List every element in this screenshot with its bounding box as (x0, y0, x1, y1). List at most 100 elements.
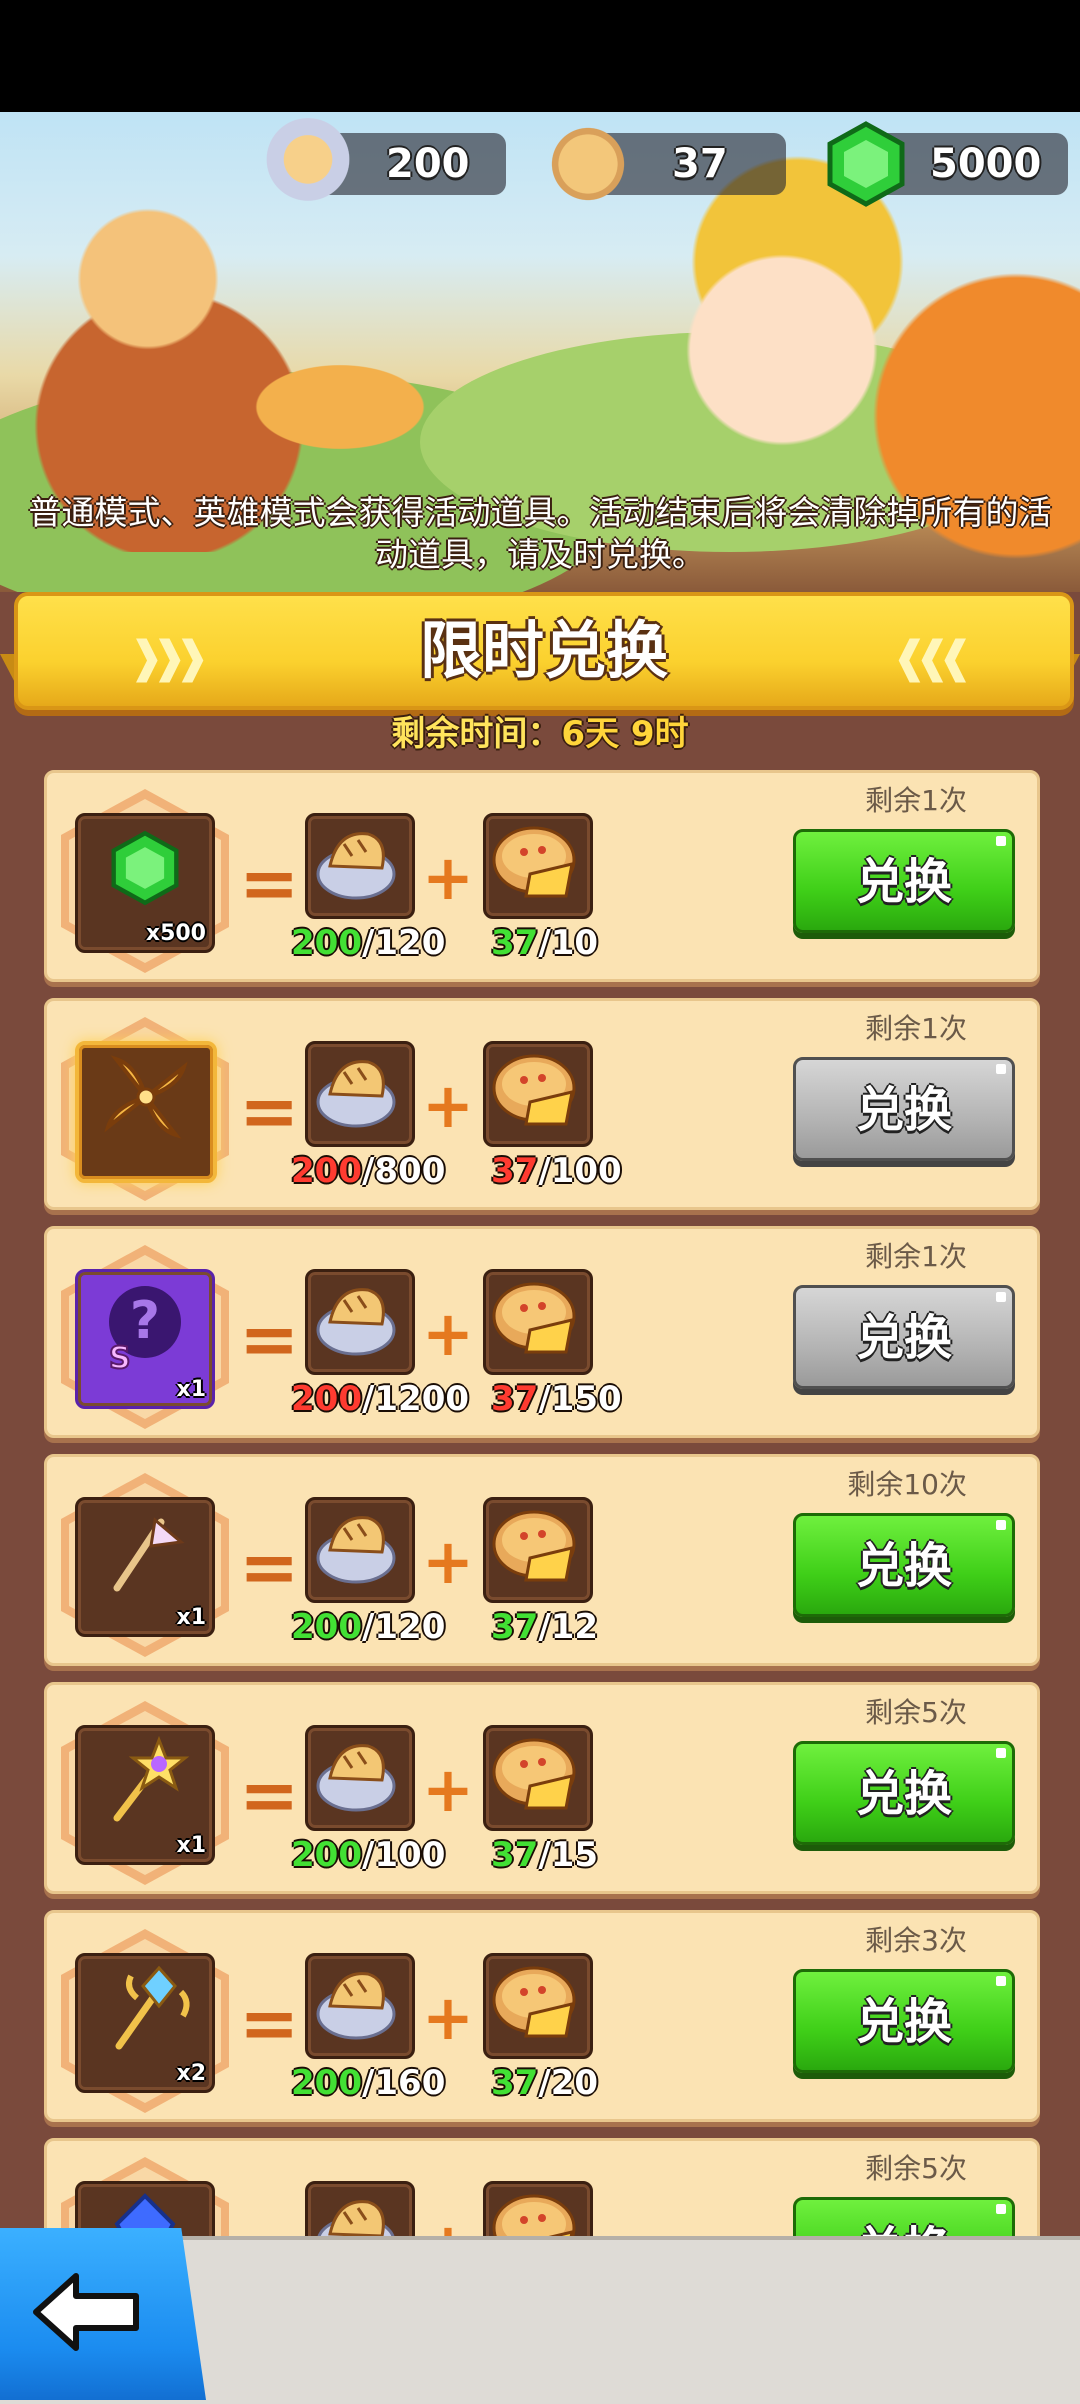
pie-cost-text: 37/15 (491, 1835, 651, 1875)
mystery-hero-icon: ? S (78, 1272, 212, 1377)
pie-cost-icon (483, 1953, 593, 2059)
bread-cost-icon (305, 1497, 415, 1603)
page-title: 限时兑换 (419, 614, 668, 687)
bread-cost-icon (305, 1725, 415, 1831)
gem-icon (820, 118, 912, 210)
pie-cost-text: 37/100 (491, 1151, 651, 1191)
remaining-time: 剩余时间：6天 9时 (0, 706, 1080, 755)
reward-item[interactable] (75, 1041, 217, 1183)
pie-cost-icon (483, 1269, 593, 1375)
exchange-button-label: 兑换 (855, 1994, 952, 2050)
bread-cost-text: 200/120 (291, 1607, 451, 1647)
pie-owned: 37 (491, 2063, 539, 2103)
bread-cost-text: 200/120 (291, 923, 451, 963)
bread-required: /100 (361, 1835, 446, 1875)
exchange-row: x1 = + 200/100 37/15 剩余5次 兑换 (44, 1682, 1040, 1894)
bread-owned: 200 (291, 2063, 362, 2103)
reward-quantity: x500 (145, 921, 206, 946)
event-notice-text: 普通模式、英雄模式会获得活动道具。活动结束后将会清除掉所有的活动道具，请及时兑换… (28, 493, 1052, 574)
gem-icon (78, 816, 212, 921)
bread-cost-text: 200/800 (291, 1151, 451, 1191)
pie-cost-icon (483, 1041, 593, 1147)
pie-cost-text: 37/20 (491, 2063, 651, 2103)
pie-cost-icon (483, 1725, 593, 1831)
reward-item[interactable]: x1 (75, 1497, 215, 1637)
bread-currency-value: 200 (386, 141, 470, 187)
pie-cost-text: 37/10 (491, 923, 651, 963)
pie-owned: 37 (491, 1379, 539, 1419)
reward-quantity: x1 (176, 1605, 207, 1630)
pie-required: /12 (538, 1607, 599, 1647)
bread-required: /800 (361, 1151, 446, 1191)
flag-wand-icon (78, 1500, 212, 1605)
svg-text:S: S (109, 1341, 131, 1374)
bread-owned: 200 (291, 923, 362, 963)
plus-icon: + (422, 1753, 474, 1826)
exchange-row: x1 = + 200/120 37/12 剩余10次 兑换 (44, 1454, 1040, 1666)
pie-icon (542, 118, 634, 210)
exchange-row: = + 200/800 37/100 剩余1次 兑换 (44, 998, 1040, 1210)
bread-owned: 200 (291, 1607, 362, 1647)
exchange-limit: 剩余5次 (865, 2152, 967, 2185)
bread-owned: 200 (291, 1835, 362, 1875)
pie-required: /10 (538, 923, 599, 963)
bread-cost-text: 200/1200 (291, 1379, 469, 1419)
pie-owned: 37 (491, 1607, 539, 1647)
pie-required: /100 (538, 1151, 622, 1191)
bread-cost-text: 200/160 (291, 2063, 451, 2103)
remaining-time-label: 剩余时间： (391, 714, 562, 754)
plus-icon: + (422, 1297, 474, 1370)
reward-quantity: x2 (176, 2061, 207, 2086)
exchange-button[interactable]: 兑换 (793, 1969, 1015, 2073)
reward-item[interactable]: ? S x1 (75, 1269, 215, 1409)
bread-cost-icon (305, 1041, 415, 1147)
exchange-limit: 剩余3次 (865, 1924, 967, 1957)
bread-required: /120 (361, 923, 446, 963)
exchange-button[interactable]: 兑换 (793, 1741, 1015, 1845)
bread-owned: 200 (291, 1151, 362, 1191)
exchange-button-label: 兑换 (855, 854, 952, 910)
pie-owned: 37 (491, 923, 539, 963)
reward-item[interactable]: x500 (75, 813, 215, 953)
exchange-button-label: 兑换 (855, 1766, 952, 1822)
remaining-time-value: 6天 9时 (561, 714, 689, 754)
pie-cost-icon (483, 813, 593, 919)
status-bar (0, 0, 1080, 112)
bread-cost-text: 200/100 (291, 1835, 451, 1875)
title-ribbon: ❱❱❱ ❰❰❰ 限时兑换 (0, 584, 1080, 724)
bread-required: /120 (361, 1607, 446, 1647)
pie-table-illustration (210, 342, 470, 472)
exchange-button[interactable]: 兑换 (793, 1285, 1015, 1389)
gem-currency-value: 5000 (930, 141, 1042, 187)
svg-text:?: ? (130, 1291, 160, 1351)
exchange-row: ? S x1 = + 200/1200 37/150 剩余1次 兑换 (44, 1226, 1040, 1438)
exchange-limit: 剩余1次 (865, 1012, 967, 1045)
exchange-button[interactable]: 兑换 (793, 1057, 1015, 1161)
pie-required: /150 (538, 1379, 622, 1419)
equals-icon: = (239, 1525, 300, 1609)
pie-owned: 37 (491, 1151, 539, 1191)
reward-item[interactable]: x1 (75, 1725, 215, 1865)
equals-icon: = (239, 1297, 300, 1381)
pie-cost-icon (483, 1497, 593, 1603)
bread-cost-icon (305, 813, 415, 919)
exchange-button[interactable]: 兑换 (793, 829, 1015, 933)
crystal-scepter-icon (78, 1956, 212, 2061)
bread-owned: 200 (291, 1379, 362, 1419)
exchange-button[interactable]: 兑换 (793, 1513, 1015, 1617)
reward-quantity: x1 (176, 1377, 207, 1402)
plus-icon: + (422, 841, 474, 914)
equals-icon: = (239, 1069, 300, 1153)
bread-cost-icon (305, 1953, 415, 2059)
exchange-limit: 剩余1次 (865, 784, 967, 817)
pie-cost-text: 37/12 (491, 1607, 651, 1647)
reward-item[interactable]: x2 (75, 1953, 215, 2093)
exchange-row: x2 = + 200/160 37/20 剩余3次 兑换 (44, 1910, 1040, 2122)
exchange-limit: 剩余5次 (865, 1696, 967, 1729)
exchange-button-label: 兑换 (855, 1310, 952, 1366)
plus-icon: + (422, 1981, 474, 2054)
bread-cost-icon (305, 1269, 415, 1375)
shuriken-icon (79, 1045, 213, 1150)
bread-required: /160 (361, 2063, 446, 2103)
exchange-button-label: 兑换 (855, 1082, 952, 1138)
